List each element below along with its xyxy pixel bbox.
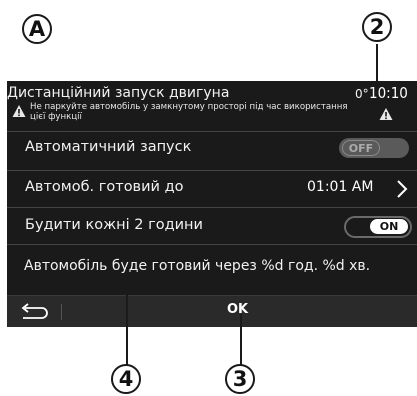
page-title: Дистанційний запуск двигуна bbox=[7, 85, 230, 101]
clock: 10:10 bbox=[369, 84, 408, 102]
auto-start-label: Автоматичний запуск bbox=[25, 139, 192, 155]
ready-by-row[interactable]: Автомоб. готовий до 01:01 AM bbox=[7, 170, 417, 205]
warning-triangle-icon bbox=[12, 105, 26, 117]
callout-4-label: 4 bbox=[118, 367, 134, 391]
header: Дистанційний запуск двигуна 0° 10:10 Не … bbox=[7, 81, 417, 125]
toggle-knob: OFF bbox=[342, 140, 380, 156]
bottom-bar: OK bbox=[7, 295, 417, 327]
leader-3 bbox=[240, 314, 242, 365]
warning-triangle-icon bbox=[379, 108, 393, 120]
ready-by-label: Автомоб. готовий до bbox=[25, 179, 184, 195]
callout-2: 2 bbox=[362, 12, 392, 42]
wake-label: Будити кожні 2 години bbox=[25, 217, 203, 233]
ready-info-text: Автомобіль буде готовий через %d год. %d… bbox=[24, 258, 371, 274]
wake-toggle[interactable]: ON bbox=[344, 216, 412, 238]
callout-2-label: 2 bbox=[369, 15, 385, 39]
warning-text: Не паркуйте автомобіль у замкнутому прос… bbox=[30, 102, 348, 122]
divider bbox=[61, 304, 62, 320]
callout-a-label: A bbox=[28, 17, 46, 41]
ok-button[interactable]: OK bbox=[227, 302, 248, 317]
leader-4 bbox=[126, 267, 128, 365]
chevron-right-icon[interactable] bbox=[395, 179, 409, 199]
callout-4: 4 bbox=[111, 364, 141, 394]
toggle-knob: ON bbox=[370, 219, 408, 234]
callout-3-label: 3 bbox=[232, 367, 248, 391]
auto-start-row: Автоматичний запуск OFF bbox=[7, 131, 417, 166]
callout-3: 3 bbox=[225, 364, 255, 394]
back-arrow-icon[interactable] bbox=[15, 302, 55, 322]
wake-row: Будити кожні 2 години ON bbox=[7, 207, 417, 242]
callout-a: A bbox=[22, 14, 52, 44]
remote-start-screen: Дистанційний запуск двигуна 0° 10:10 Не … bbox=[7, 81, 417, 327]
auto-start-toggle-state: OFF bbox=[348, 141, 374, 155]
wake-toggle-state: ON bbox=[379, 220, 399, 233]
temperature: 0° bbox=[355, 87, 369, 101]
auto-start-toggle[interactable]: OFF bbox=[339, 138, 409, 158]
ready-by-time: 01:01 AM bbox=[307, 179, 374, 195]
